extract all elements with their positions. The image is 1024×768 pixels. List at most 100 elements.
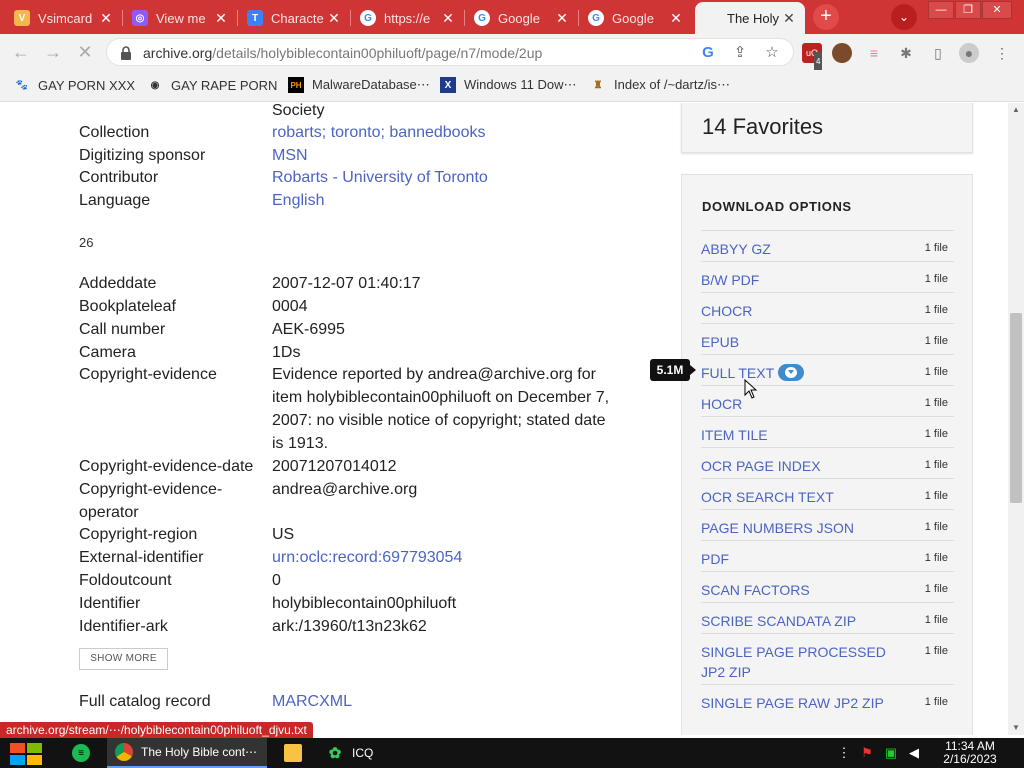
download-option-row[interactable]: OCR SEARCH TEXT 1 file [701,478,954,509]
browser-tab[interactable]: G Google ✕ [580,2,692,34]
tray-volume-icon[interactable]: ◀ [906,745,922,761]
download-option-link[interactable]: SINGLE PAGE PROCESSED JP2 ZIP [701,642,901,682]
bookmark-item[interactable]: X Windows 11 Dow⋯ [440,77,576,93]
download-option-link[interactable]: ITEM TILE [701,425,901,445]
taskbar-chrome[interactable]: The Holy Bible cont⋯ [107,738,267,768]
browser-tab[interactable]: V Vsimcard ✕ [6,2,123,34]
close-window-button[interactable]: ✕ [982,1,1012,19]
bookmark-item[interactable]: ♜ Index of /~dartz/is⋯ [590,77,730,93]
taskbar-icq[interactable]: ✿ ICQ [318,738,472,768]
download-option-row[interactable]: PDF 1 file [701,540,954,571]
windows-start-icon[interactable] [10,743,42,765]
metadata-link[interactable]: urn:oclc:record:697793054 [272,546,612,569]
bookmark-label: Index of /~dartz/is⋯ [614,77,730,92]
metadata-link[interactable]: MSN [272,144,612,167]
download-option-link[interactable]: SCAN FACTORS [701,580,901,600]
download-option-row[interactable]: SINGLE PAGE RAW JP2 ZIP 1 file [701,684,954,715]
download-option-link[interactable]: FULL TEXT [701,363,901,383]
browser-tab[interactable]: Ghttps://e ✕ [352,2,465,34]
download-file-count: 1 file [924,335,948,347]
scroll-up-arrow[interactable]: ▲ [1012,105,1020,114]
side-panel-icon[interactable]: ▯ [928,43,948,63]
download-icon[interactable] [778,364,805,381]
download-option-row[interactable]: SINGLE PAGE PROCESSED JP2 ZIP 1 file [701,633,954,684]
extensions-puzzle-icon[interactable]: ✱ [896,43,916,63]
browser-tab[interactable]: G Google ✕ [466,2,579,34]
more-menu-icon[interactable]: ⋮ [992,43,1012,63]
tab-favicon-icon: ◎ [132,10,148,26]
flag-extension-icon[interactable]: ≡ [864,43,884,63]
browser-tab[interactable]: ◎ View me ✕ [124,2,238,34]
page-scrollbar[interactable]: ▲ ▼ [1008,103,1024,735]
tray-flag-icon[interactable]: ⚑ [859,745,875,761]
tab-close-icon[interactable]: ✕ [98,10,114,27]
download-option-link[interactable]: OCR PAGE INDEX [701,456,901,476]
marcxml-link[interactable]: MARCXML [272,690,612,713]
download-option-link[interactable]: ABBYY GZ [701,239,901,259]
forward-button[interactable]: → [43,42,63,62]
metadata-link[interactable]: Robarts - University of Toronto [272,166,612,189]
download-option-row[interactable]: EPUB 1 file [701,323,954,354]
download-option-row[interactable]: B/W PDF 1 file [701,261,954,292]
tab-close-icon[interactable]: ✕ [213,10,229,27]
download-option-row[interactable]: CHOCR 1 file [701,292,954,323]
browser-tab[interactable]: The Holy ✕ [695,2,805,34]
download-option-link[interactable]: SINGLE PAGE RAW JP2 ZIP [701,693,901,713]
download-option-row[interactable]: HOCR 1 file [701,385,954,416]
tab-close-icon[interactable]: ✕ [781,10,797,27]
download-option-link[interactable]: EPUB [701,332,901,352]
download-option-row[interactable]: FULL TEXT 1 file [701,354,954,385]
tray-overflow-icon[interactable]: ⋮ [836,745,852,761]
scrollbar-thumb[interactable] [1010,313,1022,503]
download-option-row[interactable]: ITEM TILE 1 file [701,416,954,447]
tab-favicon-icon: T [247,10,263,26]
new-tab-button[interactable]: + [813,4,839,30]
taskbar-file-explorer[interactable] [276,738,310,768]
bookmark-icon: ◉ [150,79,160,91]
metadata-link[interactable]: English [272,189,612,212]
taskbar-app-green[interactable]: ≡ [64,738,98,768]
tab-close-icon[interactable]: ✕ [440,10,456,27]
scroll-down-arrow[interactable]: ▼ [1012,723,1020,732]
download-option-row[interactable]: SCAN FACTORS 1 file [701,571,954,602]
metadata-link[interactable]: robarts; toronto; bannedbooks [272,121,612,144]
download-option-row[interactable]: SCRIBE SCANDATA ZIP 1 file [701,602,954,633]
bookmark-item[interactable]: 🐾 GAY PORN XXX [14,77,135,93]
stop-button[interactable]: ✕ [75,42,95,62]
download-option-row[interactable]: PAGE NUMBERS JSON 1 file [701,509,954,540]
tab-close-icon[interactable]: ✕ [668,10,684,27]
download-option-row[interactable]: ABBYY GZ 1 file [701,230,954,261]
windows-taskbar: ≡ The Holy Bible cont⋯ ✿ ICQ ⋮ ⚑ ▣ ◀ 11:… [0,738,1024,768]
bookmark-item[interactable]: PH MalwareDatabase⋯ [288,77,430,93]
bookmark-star-icon[interactable]: ☆ [763,44,781,62]
download-option-link[interactable]: SCRIBE SCANDATA ZIP [701,611,901,631]
catalog-record-label: Full catalog record [79,693,211,710]
bookmark-label: MalwareDatabase⋯ [312,77,430,92]
ublock-extension-icon[interactable]: uO 4 [802,43,823,72]
download-option-link[interactable]: HOCR [701,394,901,414]
download-option-link[interactable]: B/W PDF [701,270,901,290]
download-option-link[interactable]: PAGE NUMBERS JSON [701,518,901,538]
tab-close-icon[interactable]: ✕ [554,10,570,27]
tab-search-button[interactable]: ⌄ [891,4,917,30]
share-icon[interactable]: ⇪ [731,44,749,62]
download-option-link[interactable]: CHOCR [701,301,901,321]
back-button[interactable]: ← [11,42,31,62]
address-bar[interactable]: archive.org/details/holybiblecontain00ph… [106,38,794,66]
download-option-row[interactable]: OCR PAGE INDEX 1 file [701,447,954,478]
tab-close-icon[interactable]: ✕ [326,10,342,27]
bookmark-item[interactable]: ◉ GAY RAPE PORN [147,77,278,93]
minimize-button[interactable]: — [928,1,954,19]
download-option-link[interactable]: PDF [701,549,901,569]
account-avatar-icon[interactable]: ● [959,43,979,63]
browser-tab[interactable]: T Characte ✕ [239,2,351,34]
download-option-link[interactable]: OCR SEARCH TEXT [701,487,901,507]
google-lens-icon[interactable]: G [699,44,717,62]
tray-network-icon[interactable]: ▣ [883,745,899,761]
profile-extension-icon[interactable] [832,43,852,63]
maximize-button[interactable]: ❐ [955,1,981,19]
show-more-button[interactable]: SHOW MORE [79,648,168,670]
folder-icon [284,744,302,762]
tab-title: Vsimcard [38,10,93,26]
taskbar-clock[interactable]: 11:34 AM 2/16/2023 [928,740,1012,766]
